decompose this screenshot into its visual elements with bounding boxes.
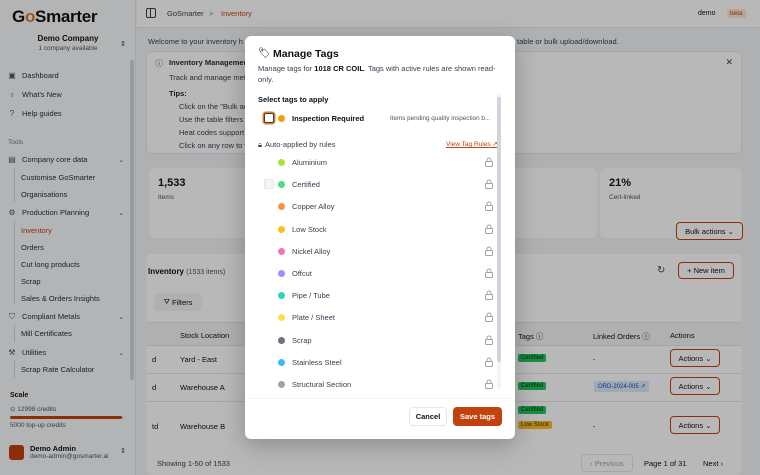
rule-tag-option: Pipe / Tube xyxy=(258,285,500,307)
tag-description: Items pending quality inspection b... xyxy=(390,115,491,122)
lock-icon xyxy=(485,201,493,212)
lock-icon xyxy=(485,290,493,301)
rule-tag-option: Scrap xyxy=(258,330,500,352)
tag-icon: 🏷 xyxy=(258,48,271,59)
tag-color-dot xyxy=(278,336,285,344)
tag-color-dot xyxy=(278,225,285,233)
manage-tags-dialog: 🏷 Manage Tags Manage tags for 1018 CR CO… xyxy=(245,36,515,439)
tag-name: Inspection Required xyxy=(292,114,365,123)
tag-option-inspection-required[interactable]: Inspection Required Items pending qualit… xyxy=(258,108,500,130)
tag-color-dot xyxy=(278,358,285,366)
select-tags-label: Select tags to apply xyxy=(258,95,329,104)
rule-tag-option: Stainless Steel xyxy=(258,352,500,374)
tag-name: Pipe / Tube xyxy=(292,291,330,301)
view-tag-rules-link[interactable]: View Tag Rules ↗ xyxy=(446,140,498,148)
tag-color-dot xyxy=(278,115,285,122)
lock-icon xyxy=(485,357,493,367)
lock-icon xyxy=(485,268,493,278)
lock-icon xyxy=(485,246,493,256)
tag-color-dot xyxy=(278,292,285,300)
tag-color-dot xyxy=(278,181,285,189)
tag-name: Nickel Alloy xyxy=(292,246,331,256)
tag-color-dot xyxy=(278,270,285,277)
scrollbar-thumb[interactable] xyxy=(497,97,501,362)
cancel-button[interactable]: Cancel xyxy=(409,407,447,426)
tag-color-dot xyxy=(278,159,285,166)
lock-icon xyxy=(485,379,493,389)
lock-icon xyxy=(485,179,493,190)
tag-name: Stainless Steel xyxy=(292,357,342,367)
lock-icon xyxy=(485,224,493,234)
lock-icon xyxy=(485,157,493,167)
tag-name: Scrap xyxy=(292,335,312,345)
tag-checkbox[interactable] xyxy=(264,113,274,123)
dialog-scrollbar[interactable] xyxy=(497,93,501,389)
auto-applied-label: 🔒︎ Auto-applied by rules xyxy=(258,140,336,149)
rule-tag-option: Offcut xyxy=(258,263,500,285)
tag-name: Copper Alloy xyxy=(292,202,335,212)
dialog-description: Manage tags for 1018 CR COIL. Tags with … xyxy=(258,64,496,84)
dialog-footer-divider xyxy=(245,398,515,399)
rule-tag-option: Low Stock xyxy=(258,219,500,241)
rule-tag-option: Copper Alloy xyxy=(258,196,500,218)
tag-checkbox-disabled xyxy=(264,179,274,190)
tag-name: Plate / Sheet xyxy=(292,313,335,323)
rule-tag-option: Certified xyxy=(258,174,500,196)
rule-tag-option: Aluminium xyxy=(258,152,500,174)
tag-name: Low Stock xyxy=(292,224,327,234)
save-tags-button[interactable]: Save tags xyxy=(453,407,502,426)
tag-color-dot xyxy=(278,247,285,255)
tag-name: Certified xyxy=(292,180,320,190)
rule-tag-option: Plate / Sheet xyxy=(258,307,500,329)
tag-color-dot xyxy=(278,314,285,322)
dialog-title: Manage Tags xyxy=(273,48,339,60)
lock-icon: 🔒︎ xyxy=(258,140,262,149)
tag-name: Aluminium xyxy=(292,158,328,167)
rule-tag-option: Structural Section xyxy=(258,374,500,396)
tag-color-dot xyxy=(278,203,285,211)
tag-name: Offcut xyxy=(292,269,312,278)
tag-name: Structural Section xyxy=(292,380,352,389)
lock-icon xyxy=(485,312,493,323)
tag-color-dot xyxy=(278,381,285,388)
rule-tag-option: Nickel Alloy xyxy=(258,241,500,263)
lock-icon xyxy=(485,335,493,345)
